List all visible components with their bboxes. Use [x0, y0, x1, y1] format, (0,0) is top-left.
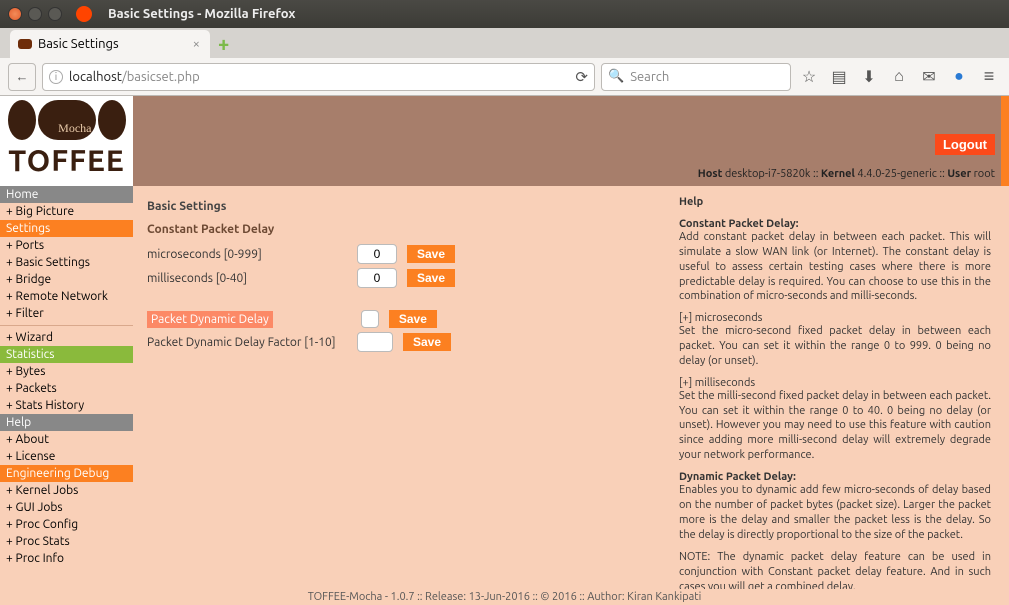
save-button-dynamic[interactable]: Save	[389, 310, 437, 328]
new-tab-button[interactable]: +	[218, 32, 229, 55]
help-panel: Help Constant Packet Delay: Add constant…	[669, 186, 1009, 605]
milliseconds-label: milliseconds [0-40]	[147, 272, 347, 285]
sidebar-section-eng-debug[interactable]: Engineering Debug	[0, 465, 133, 482]
sidebar-section-home[interactable]: Home	[0, 186, 133, 203]
library-icon[interactable]: ▤	[827, 67, 851, 86]
sidebar-item-about[interactable]: + About	[0, 431, 133, 448]
sidebar-item-kernel-jobs[interactable]: + Kernel Jobs	[0, 482, 133, 499]
tab-close-icon[interactable]: ×	[193, 37, 200, 51]
favicon-icon	[18, 39, 32, 49]
url-host: localhost	[69, 70, 122, 84]
logo-text: TOFFEE	[0, 144, 133, 176]
logo-graphic	[0, 96, 133, 144]
page-title: Basic Settings	[147, 200, 655, 213]
sidebar-section-statistics[interactable]: Statistics	[0, 346, 133, 363]
sidebar-item-basic-settings[interactable]: + Basic Settings	[0, 254, 133, 271]
host-value: desktop-i7-5820k	[725, 168, 811, 180]
sidebar-item-proc-config[interactable]: + Proc Config	[0, 516, 133, 533]
url-path: /basicset.php	[122, 70, 200, 84]
page-viewport: TOFFEE Logout Host desktop-i7-5820k :: K…	[0, 96, 1009, 605]
globe-icon[interactable]: ●	[947, 67, 971, 86]
sidebar-item-stats-history[interactable]: + Stats History	[0, 397, 133, 414]
chat-icon[interactable]: ✉	[917, 67, 941, 86]
browser-tab[interactable]: Basic Settings ×	[10, 30, 210, 58]
help-heading-milli: [+] milliseconds	[679, 377, 991, 389]
search-placeholder: Search	[630, 70, 669, 84]
download-icon[interactable]: ⬇	[857, 67, 881, 86]
search-icon: 🔍	[608, 69, 624, 84]
help-heading-micro: [+] microseconds	[679, 312, 991, 324]
kernel-label: Kernel	[821, 168, 855, 180]
help-heading-constant: Constant Packet Delay:	[679, 218, 991, 230]
dynamic-delay-checkbox[interactable]	[361, 310, 379, 328]
dynamic-factor-label: Packet Dynamic Delay Factor [1-10]	[147, 336, 347, 349]
save-button-micro[interactable]: Save	[407, 245, 455, 263]
host-label: Host	[698, 168, 723, 180]
host-line: Host desktop-i7-5820k :: Kernel 4.4.0-25…	[698, 168, 995, 180]
sidebar-item-ports[interactable]: + Ports	[0, 237, 133, 254]
back-button[interactable]: ←	[8, 63, 36, 91]
sidebar-item-wizard[interactable]: + Wizard	[0, 329, 133, 346]
main-content: Basic Settings Constant Packet Delay mic…	[133, 186, 669, 605]
help-heading-dynamic: Dynamic Packet Delay:	[679, 471, 991, 483]
help-text-constant: Add constant packet delay in between eac…	[679, 230, 991, 304]
save-button-factor[interactable]: Save	[403, 333, 451, 351]
accent-stripe	[1001, 96, 1009, 186]
sidebar-item-packets[interactable]: + Packets	[0, 380, 133, 397]
logo[interactable]: TOFFEE	[0, 96, 133, 186]
user-value: root	[974, 168, 995, 180]
sidebar-item-remote-network[interactable]: + Remote Network	[0, 288, 133, 305]
window-maximize-button[interactable]	[48, 7, 62, 21]
sidebar: Home + Big Picture Settings + Ports + Ba…	[0, 186, 133, 605]
save-button-milli[interactable]: Save	[407, 269, 455, 287]
sidebar-section-help[interactable]: Help	[0, 414, 133, 431]
sidebar-item-filter[interactable]: + Filter	[0, 305, 133, 322]
url-toolbar: ← i localhost/basicset.php ⟳ 🔍 Search ☆ …	[0, 58, 1009, 96]
menu-icon[interactable]: ≡	[977, 66, 1001, 87]
sidebar-item-proc-info[interactable]: + Proc Info	[0, 550, 133, 567]
logout-button[interactable]: Logout	[935, 134, 995, 155]
footer-line: TOFFEE-Mocha - 1.0.7 :: Release: 13-Jun-…	[0, 589, 1009, 605]
search-field[interactable]: 🔍 Search	[601, 63, 791, 91]
sidebar-item-proc-stats[interactable]: + Proc Stats	[0, 533, 133, 550]
sidebar-section-settings[interactable]: Settings	[0, 220, 133, 237]
dynamic-factor-input[interactable]	[357, 332, 393, 352]
tab-title: Basic Settings	[38, 37, 119, 51]
sidebar-item-bridge[interactable]: + Bridge	[0, 271, 133, 288]
tab-strip: Basic Settings × +	[0, 28, 1009, 58]
window-title: Basic Settings - Mozilla Firefox	[108, 7, 295, 21]
group-title-constant-delay: Constant Packet Delay	[147, 223, 655, 236]
window-close-button[interactable]	[8, 7, 22, 21]
page-header: TOFFEE Logout Host desktop-i7-5820k :: K…	[0, 96, 1009, 186]
user-label: User	[947, 168, 971, 180]
help-text-dynamic: Enables you to dynamic add few micro-sec…	[679, 483, 991, 542]
milliseconds-input[interactable]	[357, 268, 397, 288]
firefox-icon	[76, 6, 92, 22]
bookmark-icon[interactable]: ☆	[797, 67, 821, 86]
window-minimize-button[interactable]	[28, 7, 42, 21]
help-title: Help	[679, 196, 991, 208]
sidebar-item-bytes[interactable]: + Bytes	[0, 363, 133, 380]
sidebar-item-license[interactable]: + License	[0, 448, 133, 465]
home-icon[interactable]: ⌂	[887, 67, 911, 86]
kernel-value: 4.4.0-25-generic	[857, 168, 937, 180]
info-icon: i	[49, 70, 63, 84]
url-field[interactable]: i localhost/basicset.php ⟳	[42, 63, 595, 91]
sidebar-divider	[0, 325, 133, 326]
reload-icon[interactable]: ⟳	[575, 68, 588, 86]
microseconds-label: microseconds [0-999]	[147, 248, 347, 261]
sidebar-item-gui-jobs[interactable]: + GUI Jobs	[0, 499, 133, 516]
microseconds-input[interactable]	[357, 244, 397, 264]
help-text-micro: Set the micro-second fixed packet delay …	[679, 324, 991, 369]
dynamic-delay-label: Packet Dynamic Delay	[147, 311, 273, 328]
help-text-milli: Set the milli-second fixed packet delay …	[679, 389, 991, 463]
sidebar-item-big-picture[interactable]: + Big Picture	[0, 203, 133, 220]
os-titlebar: Basic Settings - Mozilla Firefox	[0, 0, 1009, 28]
